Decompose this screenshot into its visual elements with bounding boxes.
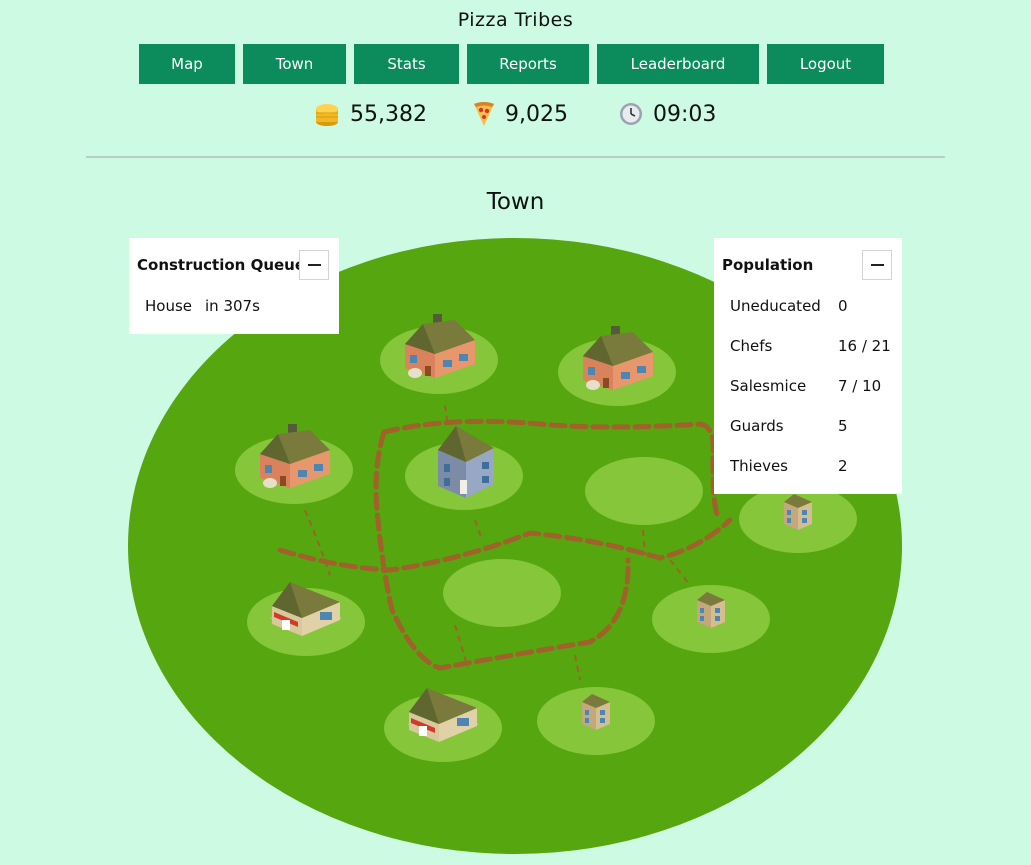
population-label: Salesmice [730, 377, 807, 395]
queue-item-building: House [145, 297, 193, 315]
population-value: 5 [838, 417, 848, 435]
population-value: 7 / 10 [838, 377, 882, 395]
population-label: Uneducated [730, 297, 821, 315]
minus-icon [871, 264, 884, 266]
population-label: Thieves [730, 457, 788, 475]
construction-queue-panel: Construction Queue House in 307s [129, 238, 339, 334]
lot-empty[interactable] [585, 457, 703, 525]
lot-empty[interactable] [443, 559, 561, 627]
population-label: Guards [730, 417, 784, 435]
minimize-population-button[interactable] [862, 250, 892, 280]
queue-item-eta: in 307s [205, 297, 260, 315]
construction-queue-title: Construction Queue [137, 256, 306, 274]
population-value: 16 / 21 [838, 337, 891, 355]
population-value: 0 [838, 297, 848, 315]
population-label: Chefs [730, 337, 773, 355]
minimize-queue-button[interactable] [299, 250, 329, 280]
population-title: Population [722, 256, 814, 274]
minus-icon [308, 264, 321, 266]
population-panel: Population Uneducated 0 Chefs 16 / 21 Sa… [714, 238, 902, 494]
population-value: 2 [838, 457, 848, 475]
